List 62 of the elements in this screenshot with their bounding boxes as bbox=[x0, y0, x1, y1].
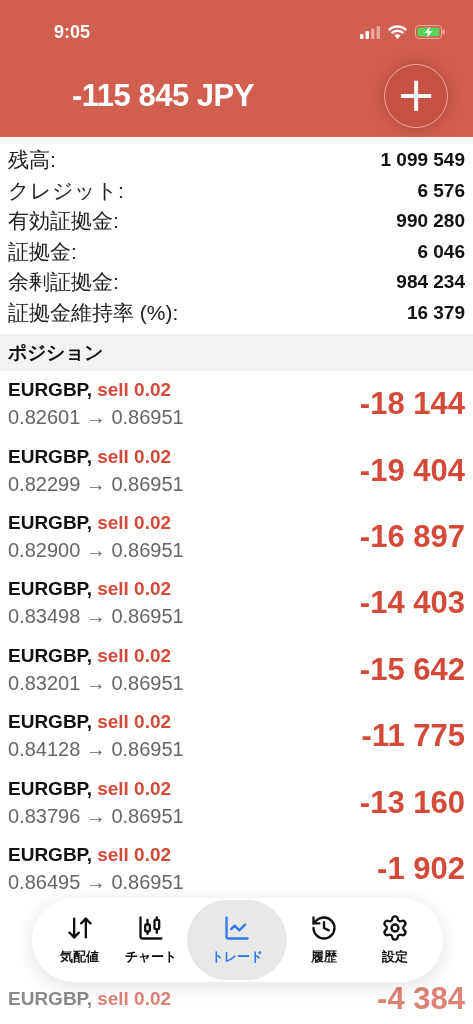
history-icon bbox=[309, 914, 338, 942]
account-label: 有効証拠金: bbox=[8, 208, 119, 235]
section-title: ポジション bbox=[0, 334, 473, 371]
account-label: 証拠金維持率 (%): bbox=[8, 299, 179, 326]
account-value: 1 099 549 bbox=[380, 149, 465, 172]
position-profit: -16 897 bbox=[359, 518, 465, 555]
position-profit: -19 404 bbox=[359, 452, 465, 489]
settings-icon bbox=[381, 914, 410, 942]
status-time: 9:05 bbox=[54, 21, 91, 43]
position-profit: -18 144 bbox=[359, 386, 465, 423]
account-value: 16 379 bbox=[406, 301, 465, 324]
position-symbol: EURGBP, bbox=[8, 379, 93, 402]
position-symbol: EURGBP, bbox=[8, 578, 93, 601]
position-side: sell 0.02 bbox=[97, 987, 172, 1010]
account-value: 990 280 bbox=[396, 210, 465, 233]
position-symbol: EURGBP, bbox=[8, 777, 93, 800]
tab-button[interactable]: チャート bbox=[116, 900, 187, 980]
position-profit: -14 403 bbox=[359, 585, 465, 622]
equity-balance: -115 845 JPY bbox=[72, 78, 254, 114]
position-side: sell 0.02 bbox=[97, 445, 172, 468]
position-prices: 0.82299 → 0.86951 bbox=[8, 472, 184, 496]
position-prices: 0.83796 → 0.86951 bbox=[8, 804, 184, 828]
position-side: sell 0.02 bbox=[97, 711, 172, 734]
account-value: 6 046 bbox=[417, 240, 465, 263]
position-symbol: EURGBP, bbox=[8, 843, 93, 866]
position-prices: 0.84128 → 0.86951 bbox=[8, 738, 184, 762]
account-value: 984 234 bbox=[396, 271, 465, 294]
position-profit: -13 160 bbox=[359, 784, 465, 821]
position-profit: -15 642 bbox=[359, 651, 465, 688]
position-side: sell 0.02 bbox=[97, 843, 172, 866]
candlestick-icon bbox=[137, 914, 166, 942]
position-symbol: EURGBP, bbox=[8, 711, 93, 734]
battery-charging-icon bbox=[415, 25, 445, 39]
position-profit: -11 775 bbox=[361, 718, 465, 755]
signal-icon bbox=[360, 25, 380, 39]
position-side: sell 0.02 bbox=[97, 777, 172, 800]
account-value: 6 576 bbox=[417, 179, 465, 202]
position-symbol: EURGBP, bbox=[8, 987, 93, 1010]
position-profit: -4 384 bbox=[377, 980, 465, 1017]
account-label: 余剰証拠金: bbox=[8, 269, 119, 296]
account-label: 残高: bbox=[8, 147, 56, 174]
position-symbol: EURGBP, bbox=[8, 511, 93, 534]
position-prices: 0.82601 → 0.86951 bbox=[8, 406, 184, 430]
tab-button[interactable]: 設定 bbox=[360, 900, 431, 980]
tab-button[interactable]: 履歴 bbox=[288, 900, 359, 980]
position-side: sell 0.02 bbox=[97, 578, 172, 601]
add-button[interactable]: + bbox=[384, 64, 448, 128]
wifi-icon bbox=[388, 25, 407, 39]
position-prices: 0.82900 → 0.86951 bbox=[8, 538, 184, 562]
position-profit: -1 902 bbox=[377, 850, 465, 887]
account-label: 証拠金: bbox=[8, 238, 77, 265]
position-symbol: EURGBP, bbox=[8, 445, 93, 468]
line-chart-icon bbox=[223, 914, 252, 942]
tab-button[interactable]: 気配値 bbox=[44, 900, 115, 980]
account-label: クレジット: bbox=[8, 177, 124, 204]
position-side: sell 0.02 bbox=[97, 379, 172, 402]
position-side: sell 0.02 bbox=[97, 511, 172, 534]
position-prices: 0.83201 → 0.86951 bbox=[8, 671, 184, 695]
position-symbol: EURGBP, bbox=[8, 644, 93, 667]
position-side: sell 0.02 bbox=[97, 644, 172, 667]
position-prices: 0.83498 → 0.86951 bbox=[8, 605, 184, 629]
position-prices: 0.86495 → 0.86951 bbox=[8, 870, 184, 894]
